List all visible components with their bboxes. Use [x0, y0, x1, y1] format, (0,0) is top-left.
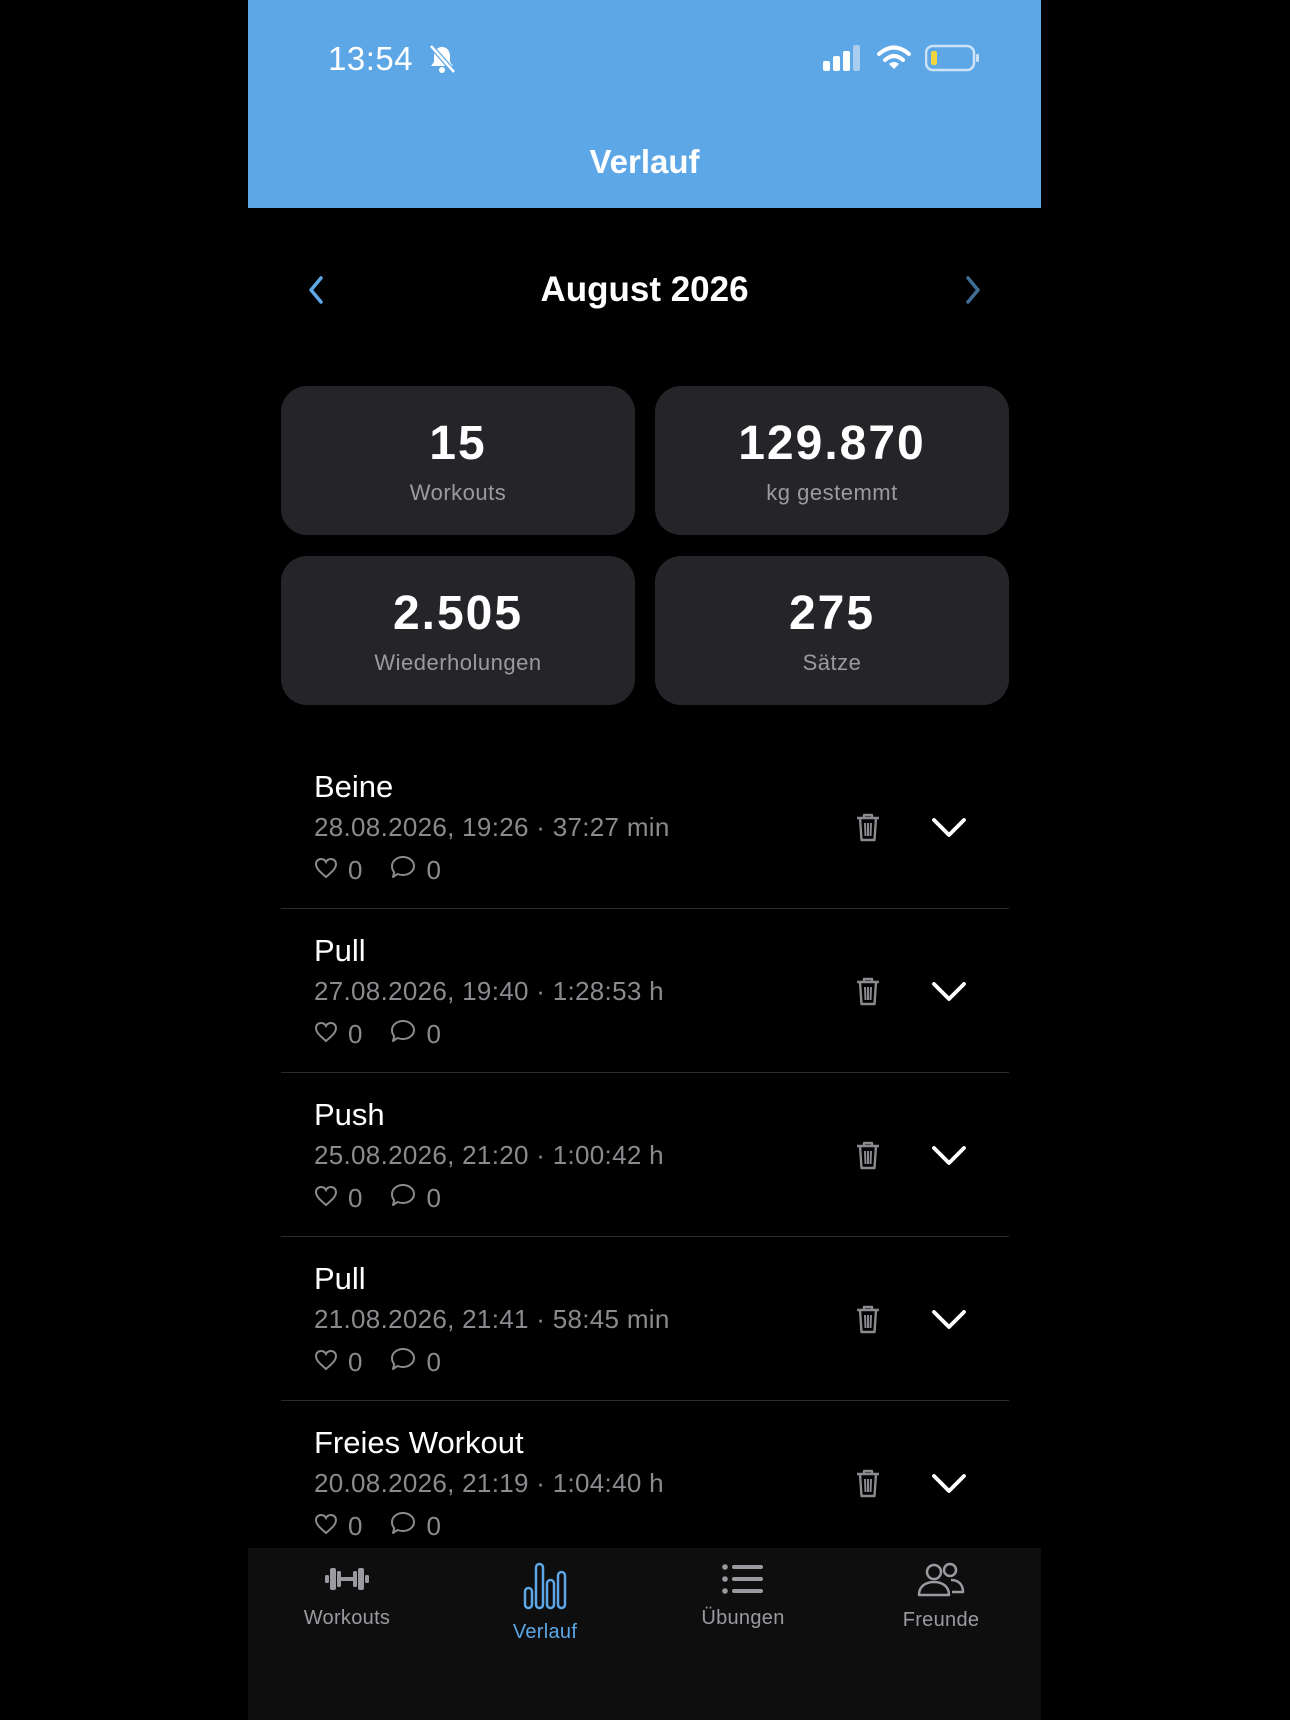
comment-icon[interactable] — [390, 1511, 416, 1542]
likes-count: 0 — [348, 1019, 363, 1049]
tab-freunde[interactable]: Freunde — [842, 1562, 1040, 1632]
stat-label: Wiederholungen — [374, 650, 542, 675]
chevron-down-icon[interactable] — [931, 1145, 967, 1172]
month-label: August 2026 — [540, 270, 749, 309]
next-month-button[interactable] — [965, 276, 981, 309]
workout-social: 0 0 — [314, 1019, 469, 1050]
workout-social: 0 0 — [314, 1511, 469, 1542]
month-selector: August 2026 — [248, 262, 1041, 318]
tab-workouts[interactable]: Workouts — [248, 1562, 446, 1630]
workout-social: 0 0 — [314, 1183, 469, 1214]
trash-icon[interactable] — [854, 975, 882, 1012]
battery-icon — [924, 44, 981, 77]
chevron-down-icon[interactable] — [931, 1473, 967, 1500]
stat-card-workouts: 15 Workouts — [281, 386, 635, 535]
comment-icon[interactable] — [390, 1183, 416, 1214]
tab-label: Workouts — [303, 1607, 391, 1629]
app-screen: 13:54 Verlauf August 2026 15 Workouts 12… — [248, 0, 1041, 1720]
heart-icon[interactable] — [314, 1511, 338, 1542]
comment-icon[interactable] — [390, 855, 416, 886]
tab-label: Übungen — [701, 1607, 785, 1629]
likes-count: 0 — [348, 1511, 363, 1541]
workout-title: Freies Workout — [314, 1425, 524, 1460]
tab-label: Freunde — [902, 1609, 980, 1631]
workout-row[interactable]: Push 25.08.2026, 21:20 · 1:00:42 h 0 0 — [281, 1073, 1009, 1237]
stat-value: 129.870 — [738, 417, 926, 470]
stat-label: Workouts — [409, 480, 507, 505]
list-icon — [721, 1564, 765, 1600]
status-indicators — [823, 44, 981, 77]
workout-row[interactable]: Freies Workout 20.08.2026, 21:19 · 1:04:… — [281, 1401, 1009, 1565]
stat-value: 275 — [788, 587, 876, 640]
heart-icon[interactable] — [314, 1019, 338, 1050]
workout-title: Pull — [314, 1261, 366, 1296]
tab-label: Verlauf — [512, 1621, 578, 1643]
trash-icon[interactable] — [854, 1139, 882, 1176]
comment-icon[interactable] — [390, 1347, 416, 1378]
comments-count: 0 — [426, 1347, 441, 1377]
workout-row[interactable]: Pull 27.08.2026, 19:40 · 1:28:53 h 0 0 — [281, 909, 1009, 1073]
workout-row[interactable]: Pull 21.08.2026, 21:41 · 58:45 min 0 0 — [281, 1237, 1009, 1401]
tab-uebungen[interactable]: Übungen — [644, 1562, 842, 1630]
comments-count: 0 — [426, 855, 441, 885]
stat-card-sets: 275 Sätze — [655, 556, 1009, 705]
workout-social: 0 0 — [314, 855, 469, 886]
comment-icon[interactable] — [390, 1019, 416, 1050]
workout-meta: 27.08.2026, 19:40 · 1:28:53 h — [314, 976, 664, 1006]
comments-count: 0 — [426, 1019, 441, 1049]
tab-verlauf[interactable]: Verlauf — [446, 1562, 644, 1644]
workout-social: 0 0 — [314, 1347, 469, 1378]
workout-meta: 20.08.2026, 21:19 · 1:04:40 h — [314, 1468, 664, 1498]
workout-row[interactable]: Beine 28.08.2026, 19:26 · 37:27 min 0 0 — [281, 745, 1009, 909]
signal-icon — [823, 45, 863, 76]
workout-title: Push — [314, 1097, 385, 1132]
wifi-icon — [877, 45, 911, 76]
people-icon — [916, 1562, 966, 1602]
stat-label: Sätze — [802, 650, 862, 675]
chevron-down-icon[interactable] — [931, 1309, 967, 1336]
heart-icon[interactable] — [314, 855, 338, 886]
trash-icon[interactable] — [854, 1303, 882, 1340]
workout-meta: 21.08.2026, 21:41 · 58:45 min — [314, 1304, 670, 1334]
page-title: Verlauf — [589, 143, 700, 180]
chevron-down-icon[interactable] — [931, 981, 967, 1008]
stat-value: 15 — [429, 417, 487, 470]
trash-icon[interactable] — [854, 811, 882, 848]
workout-meta: 28.08.2026, 19:26 · 37:27 min — [314, 812, 670, 842]
heart-icon[interactable] — [314, 1183, 338, 1214]
status-time: 13:54 — [328, 40, 414, 77]
stat-card-reps: 2.505 Wiederholungen — [281, 556, 635, 705]
bell-muted-icon — [428, 44, 456, 79]
bar-chart-icon — [523, 1562, 567, 1614]
chevron-down-icon[interactable] — [931, 817, 967, 844]
workout-meta: 25.08.2026, 21:20 · 1:00:42 h — [314, 1140, 664, 1170]
stat-value: 2.505 — [392, 587, 524, 640]
stat-label: kg gestemmt — [766, 480, 898, 505]
heart-icon[interactable] — [314, 1347, 338, 1378]
likes-count: 0 — [348, 1183, 363, 1213]
trash-icon[interactable] — [854, 1467, 882, 1504]
workout-title: Beine — [314, 769, 394, 804]
likes-count: 0 — [348, 855, 363, 885]
tab-bar: Workouts Verlauf Übungen Freunde — [248, 1548, 1041, 1720]
nav-header: 13:54 Verlauf — [248, 0, 1041, 208]
comments-count: 0 — [426, 1511, 441, 1541]
dumbbell-icon — [323, 1568, 371, 1600]
stat-card-weight: 129.870 kg gestemmt — [655, 386, 1009, 535]
comments-count: 0 — [426, 1183, 441, 1213]
likes-count: 0 — [348, 1347, 363, 1377]
workout-title: Pull — [314, 933, 366, 968]
